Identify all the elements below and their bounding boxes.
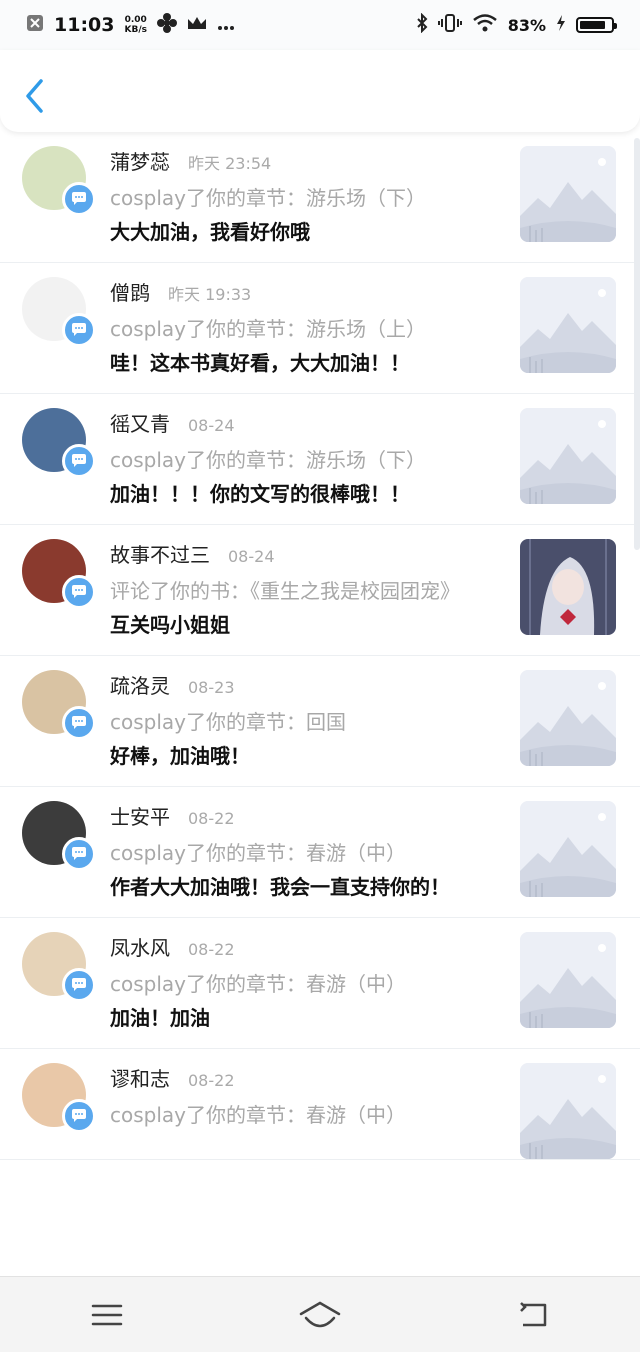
comment-badge-icon	[62, 444, 96, 478]
timestamp: 08-22	[188, 1071, 235, 1090]
comment-text: 作者大大加油哦！我会一直支持你的！	[110, 875, 450, 899]
list-item[interactable]: 蒲梦蕊 昨天 23:54 cosplay了你的章节：游乐场（下） 大大加油，我看…	[0, 132, 640, 263]
comment-text: 互关吗小姐姐	[110, 613, 230, 637]
comment-badge-icon	[62, 837, 96, 871]
action-text: 评论了你的书：《重生之我是校园团宠》	[110, 579, 460, 603]
action-text: cosplay了你的章节：游乐场（下）	[110, 448, 426, 472]
bluetooth-icon	[416, 12, 428, 38]
comment-text: 加油！加油	[110, 1006, 210, 1030]
network-speed: 0.00 KB/s	[124, 15, 147, 35]
list-item[interactable]: 故事不过三 08-24 评论了你的书：《重生之我是校园团宠》 互关吗小姐姐	[0, 525, 640, 656]
action-text: cosplay了你的章节：游乐场（下）	[110, 186, 426, 210]
list-item[interactable]: 士安平 08-22 cosplay了你的章节：春游（中） 作者大大加油哦！我会一…	[0, 787, 640, 918]
notification-close-icon	[26, 14, 44, 37]
notification-list[interactable]: 蒲梦蕊 昨天 23:54 cosplay了你的章节：游乐场（下） 大大加油，我看…	[0, 132, 640, 1275]
timestamp: 08-22	[188, 809, 235, 828]
menu-icon	[91, 1304, 122, 1325]
header	[0, 50, 640, 132]
avatar[interactable]	[22, 670, 96, 740]
avatar[interactable]	[22, 932, 96, 1002]
user-name[interactable]: 凤水风	[110, 932, 170, 961]
back-nav-button[interactable]	[503, 1290, 563, 1340]
charging-icon	[556, 14, 566, 37]
status-time: 11:03	[54, 14, 115, 36]
list-item[interactable]: 凤水风 08-22 cosplay了你的章节：春游（中） 加油！加油	[0, 918, 640, 1049]
chevron-left-icon	[26, 79, 43, 113]
avatar[interactable]	[22, 539, 96, 609]
comment-text: 大大加油，我看好你哦	[110, 220, 310, 244]
menu-button[interactable]	[77, 1290, 137, 1340]
user-name[interactable]: 谬和志	[110, 1063, 170, 1092]
comment-badge-icon	[62, 313, 96, 347]
action-text: cosplay了你的章节：回国	[110, 710, 346, 734]
scrollbar[interactable]	[634, 138, 640, 550]
more-dots-icon	[217, 15, 235, 36]
comment-badge-icon	[62, 182, 96, 216]
chapter-thumbnail[interactable]	[520, 932, 616, 1028]
comment-text: 哇！这本书真好看，大大加油！！	[110, 351, 410, 375]
timestamp: 08-24	[228, 547, 275, 566]
user-name[interactable]: 徭又青	[110, 408, 170, 437]
avatar[interactable]	[22, 408, 96, 478]
timestamp: 08-22	[188, 940, 235, 959]
avatar[interactable]	[22, 801, 96, 871]
chapter-thumbnail[interactable]	[520, 801, 616, 897]
action-text: cosplay了你的章节：春游（中）	[110, 1103, 406, 1127]
back-icon	[520, 1301, 547, 1326]
user-name[interactable]: 故事不过三	[110, 539, 210, 568]
back-button[interactable]	[20, 76, 50, 116]
list-item[interactable]: 疏洛灵 08-23 cosplay了你的章节：回国 好棒，加油哦！	[0, 656, 640, 787]
avatar[interactable]	[22, 277, 96, 347]
battery-icon	[576, 17, 617, 33]
action-text: cosplay了你的章节：春游（中）	[110, 972, 406, 996]
avatar[interactable]	[22, 1063, 96, 1133]
timestamp: 08-24	[188, 416, 235, 435]
timestamp: 昨天 19:33	[168, 285, 252, 304]
fan-icon	[156, 12, 177, 38]
user-name[interactable]: 蒲梦蕊	[110, 146, 170, 175]
list-item[interactable]: 徭又青 08-24 cosplay了你的章节：游乐场（下） 加油！！！你的文写的…	[0, 394, 640, 525]
comment-text: 加油！！！你的文写的很棒哦！！	[110, 482, 410, 506]
comment-text: 好棒，加油哦！	[110, 744, 250, 768]
system-nav-bar	[0, 1276, 640, 1352]
action-text: cosplay了你的章节：春游（中）	[110, 841, 406, 865]
status-bar: 11:03 0.00 KB/s 83%	[0, 0, 640, 50]
comment-badge-icon	[62, 575, 96, 609]
action-text: cosplay了你的章节：游乐场（上）	[110, 317, 426, 341]
chapter-thumbnail[interactable]	[520, 277, 616, 373]
chapter-thumbnail[interactable]	[520, 146, 616, 242]
list-item[interactable]: 谬和志 08-22 cosplay了你的章节：春游（中）	[0, 1049, 640, 1160]
battery-percent: 83%	[507, 15, 546, 35]
wifi-icon	[472, 13, 498, 38]
chapter-thumbnail[interactable]	[520, 1063, 616, 1159]
chapter-thumbnail[interactable]	[520, 670, 616, 766]
user-name[interactable]: 士安平	[110, 801, 170, 830]
comment-badge-icon	[62, 968, 96, 1002]
chapter-thumbnail[interactable]	[520, 408, 616, 504]
avatar[interactable]	[22, 146, 96, 216]
user-name[interactable]: 疏洛灵	[110, 670, 170, 699]
timestamp: 昨天 23:54	[188, 154, 272, 173]
vibrate-icon	[437, 13, 462, 38]
user-name[interactable]: 僧鹍	[110, 277, 150, 306]
home-icon	[299, 1301, 341, 1327]
comment-badge-icon	[62, 1099, 96, 1133]
timestamp: 08-23	[188, 678, 235, 697]
chapter-thumbnail[interactable]	[520, 539, 616, 635]
comment-badge-icon	[62, 706, 96, 740]
home-button[interactable]	[290, 1290, 350, 1340]
list-item[interactable]: 僧鹍 昨天 19:33 cosplay了你的章节：游乐场（上） 哇！这本书真好看…	[0, 263, 640, 394]
crown-icon	[187, 15, 207, 36]
